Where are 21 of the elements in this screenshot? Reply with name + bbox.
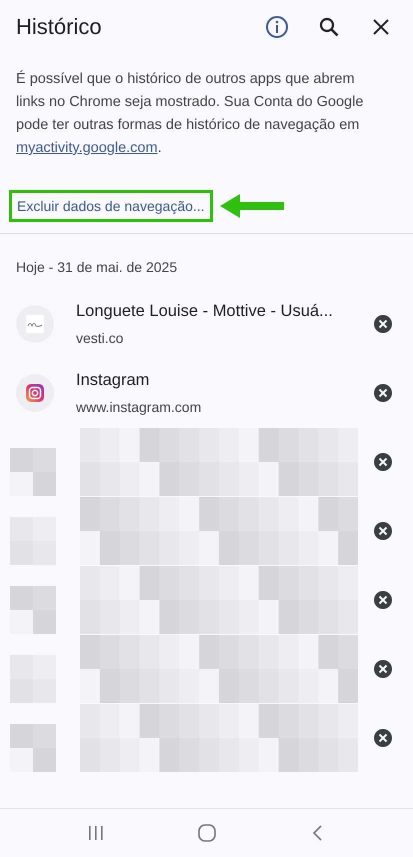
- page-title: Histórico: [16, 14, 102, 40]
- home-icon[interactable]: [196, 823, 216, 843]
- remove-icon[interactable]: [374, 590, 392, 608]
- entry-url: vesti.co: [76, 330, 124, 346]
- remove-icon[interactable]: [374, 728, 392, 746]
- notice-text: É possível que o histórico de outros apps que abrem links no Chrome seja mostrado. Sua Conta do Google pode ter outras formas de histórico de navegação em myactivity.google.com.: [16, 69, 364, 158]
- search-icon[interactable]: [317, 15, 341, 39]
- entry-title[interactable]: Longuete Louise - Mottive - Usuá...: [76, 302, 356, 320]
- camera-icon: [26, 384, 44, 402]
- remove-icon[interactable]: [374, 660, 392, 678]
- info-icon[interactable]: [265, 15, 289, 39]
- remove-icon[interactable]: [374, 522, 392, 540]
- remove-icon[interactable]: [374, 314, 392, 332]
- entry-title[interactable]: Instagram: [76, 370, 356, 390]
- logo-icon: [26, 314, 44, 332]
- activity-link[interactable]: myactivity.google.com: [16, 140, 158, 156]
- section-date: Hoje - 31 de mai. de 2025: [16, 259, 178, 275]
- remove-icon[interactable]: [374, 452, 392, 470]
- remove-icon[interactable]: [374, 384, 392, 402]
- entry-url: www.instagram.com: [76, 398, 202, 414]
- clear-data-link[interactable]: Excluir dados de navegação...: [9, 190, 213, 222]
